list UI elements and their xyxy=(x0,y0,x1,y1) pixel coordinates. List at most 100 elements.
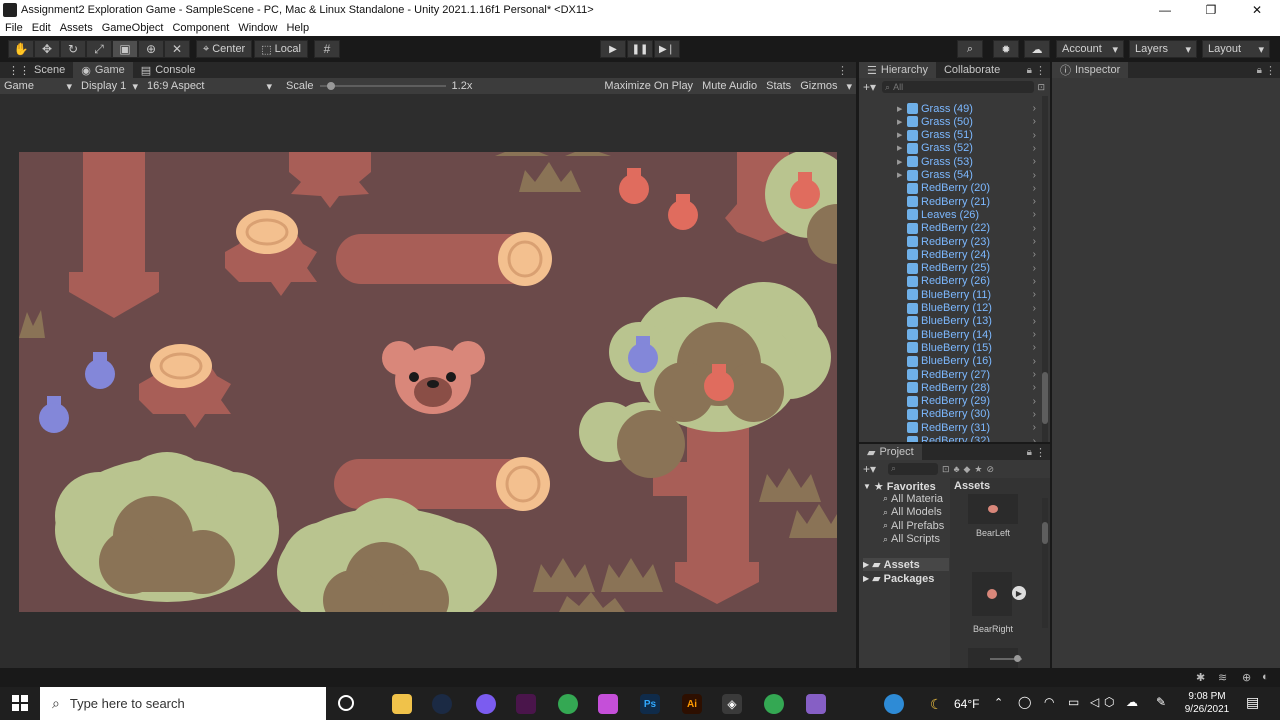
pen-icon[interactable]: ✎ xyxy=(1156,695,1166,709)
favorite-item[interactable]: ⌕ All Materia xyxy=(883,492,949,506)
chevron-right-icon[interactable]: › xyxy=(1033,329,1036,340)
chevron-right-icon[interactable]: › xyxy=(1033,316,1036,327)
chrome-icon[interactable] xyxy=(558,694,578,714)
chevron-right-icon[interactable]: ▶ xyxy=(897,171,907,179)
lock-icon[interactable]: 🔒︎ xyxy=(1257,65,1262,76)
hierarchy-item[interactable]: RedBerry (30) › xyxy=(859,408,1041,421)
pivot-local-button[interactable]: ⬚ Local xyxy=(254,40,308,58)
steam-icon[interactable] xyxy=(432,694,452,714)
close-button[interactable]: ✕ xyxy=(1234,3,1280,17)
hierarchy-item[interactable]: BlueBerry (14) › xyxy=(859,328,1041,341)
cortana-icon[interactable] xyxy=(338,695,354,711)
hierarchy-item[interactable]: RedBerry (20) › xyxy=(859,182,1041,195)
collab-icon[interactable]: ✹ xyxy=(993,40,1019,58)
hierarchy-item[interactable]: RedBerry (26) › xyxy=(859,275,1041,288)
layout-dropdown[interactable]: Layout ▾ xyxy=(1202,40,1270,58)
creative-cloud-icon[interactable] xyxy=(598,694,618,714)
search-icon[interactable]: ⌕ xyxy=(957,40,983,58)
more-options-icon[interactable]: ⋮ xyxy=(837,64,848,77)
chevron-right-icon[interactable]: › xyxy=(1033,223,1036,234)
hierarchy-item[interactable]: ▶ Grass (51) › xyxy=(859,129,1041,142)
chevron-right-icon[interactable]: › xyxy=(1033,289,1036,300)
maximize-button[interactable]: ❐ xyxy=(1188,3,1234,17)
hierarchy-item[interactable]: ▶ Grass (53) › xyxy=(859,155,1041,168)
layers-dropdown[interactable]: Layers ▾ xyxy=(1129,40,1197,58)
progress-icon[interactable]: ◐ xyxy=(1262,671,1269,683)
chevron-right-icon[interactable]: › xyxy=(1033,116,1036,127)
favorite-item[interactable]: ⌕ All Prefabs xyxy=(883,519,949,533)
illustrator-icon[interactable]: Ai xyxy=(682,694,702,714)
step-button[interactable]: ▶❘ xyxy=(654,40,680,58)
volume-icon[interactable]: ◁ xyxy=(1090,695,1099,709)
chevron-right-icon[interactable]: › xyxy=(1033,382,1036,393)
hierarchy-item[interactable]: BlueBerry (16) › xyxy=(859,355,1041,368)
chevron-right-icon[interactable]: › xyxy=(1033,356,1036,367)
chevron-down-icon[interactable]: ▾ xyxy=(846,80,852,93)
more-options-icon[interactable]: ⋮ xyxy=(1265,64,1276,77)
project-search-input[interactable]: ⌕ xyxy=(888,463,939,475)
layers-stack-icon[interactable]: ≋ xyxy=(1218,671,1227,684)
favorite-item[interactable]: ⌕ All Models xyxy=(883,506,949,520)
play-animation-icon[interactable]: ▶ xyxy=(1012,586,1026,600)
chevron-right-icon[interactable]: › xyxy=(1033,143,1036,154)
chevron-right-icon[interactable]: ▶ xyxy=(897,131,907,139)
asset-scrollbar[interactable] xyxy=(1042,498,1048,628)
game-canvas[interactable] xyxy=(19,152,837,612)
chevron-right-icon[interactable]: › xyxy=(1033,342,1036,353)
stats-toggle[interactable]: Stats xyxy=(766,80,791,92)
scale-slider[interactable] xyxy=(319,79,446,93)
account-dropdown[interactable]: Account ▾ xyxy=(1056,40,1124,58)
chevron-right-icon[interactable]: › xyxy=(1033,183,1036,194)
hierarchy-item[interactable]: ▶ Grass (54) › xyxy=(859,169,1041,182)
play-button[interactable]: ▶ xyxy=(600,40,626,58)
notification-icon[interactable]: ▤ xyxy=(1246,694,1259,711)
tab-inspector[interactable]: ⓘ Inspector xyxy=(1052,62,1129,78)
chevron-right-icon[interactable]: › xyxy=(1033,170,1036,181)
hand-tool-icon[interactable]: ✋ xyxy=(8,40,34,58)
scrollbar-thumb[interactable] xyxy=(1042,522,1048,544)
chrome-profile-icon[interactable] xyxy=(764,694,784,714)
chevron-right-icon[interactable]: › xyxy=(1033,103,1036,114)
asset-thumbnail[interactable] xyxy=(972,572,1012,616)
menu-file[interactable]: File xyxy=(5,22,23,34)
hierarchy-item[interactable]: RedBerry (23) › xyxy=(859,235,1041,248)
hierarchy-item[interactable]: RedBerry (31) › xyxy=(859,421,1041,434)
tab-project[interactable]: ▰ Project xyxy=(859,444,922,460)
hierarchy-item[interactable]: RedBerry (28) › xyxy=(859,381,1041,394)
grid-snap-icon[interactable]: # xyxy=(313,40,340,58)
move-tool-icon[interactable]: ✥ xyxy=(34,40,60,58)
chevron-up-icon[interactable]: ⌃ xyxy=(994,696,1003,709)
chevron-right-icon[interactable]: ▶ xyxy=(897,105,907,113)
hierarchy-item[interactable]: RedBerry (21) › xyxy=(859,195,1041,208)
scrollbar-thumb[interactable] xyxy=(1042,372,1048,424)
chevron-right-icon[interactable]: › xyxy=(1033,156,1036,167)
minimize-button[interactable]: — xyxy=(1142,3,1188,17)
hierarchy-item[interactable]: ▶ Grass (52) › xyxy=(859,142,1041,155)
menu-edit[interactable]: Edit xyxy=(32,22,51,34)
folder-packages[interactable]: ▶ ▰ Packages xyxy=(863,572,934,586)
chevron-right-icon[interactable]: › xyxy=(1033,369,1036,380)
chevron-right-icon[interactable]: ▶ xyxy=(897,118,907,126)
lock-icon[interactable]: 🔒︎ xyxy=(1027,65,1032,76)
tray-app-icon[interactable]: ◯ xyxy=(1018,695,1031,709)
rect-tool-icon[interactable]: ▣ xyxy=(112,40,138,58)
battery-icon[interactable]: ▭ xyxy=(1068,695,1079,709)
aspect-dropdown[interactable]: 16:9 Aspect ▾ xyxy=(142,80,276,93)
hierarchy-search-input[interactable]: ⌕ All xyxy=(882,81,1035,93)
chevron-right-icon[interactable]: › xyxy=(1033,303,1036,314)
dropbox-icon[interactable]: ⬡ xyxy=(1104,695,1114,709)
pause-button[interactable]: ❚❚ xyxy=(627,40,653,58)
menu-help[interactable]: Help xyxy=(286,22,309,34)
chevron-right-icon[interactable]: ▶ xyxy=(897,144,907,152)
tab-collaborate[interactable]: Collaborate xyxy=(936,62,1008,78)
temperature[interactable]: 64°F xyxy=(954,697,979,711)
tag-icon[interactable]: ◆ xyxy=(963,464,970,475)
wifi-icon[interactable]: ◠ xyxy=(1044,695,1054,709)
more-options-icon[interactable]: ⋮ xyxy=(1035,446,1046,459)
asset-bearright-label[interactable]: BearRight xyxy=(960,624,1026,634)
hierarchy-item[interactable]: RedBerry (32) › xyxy=(859,435,1041,442)
custom-tool-icon[interactable]: ✕ xyxy=(164,40,190,58)
add-icon[interactable]: +▾ xyxy=(863,462,876,476)
add-icon[interactable]: +▾ xyxy=(863,80,876,94)
display-dropdown[interactable]: Display 1 ▾ xyxy=(76,80,142,93)
